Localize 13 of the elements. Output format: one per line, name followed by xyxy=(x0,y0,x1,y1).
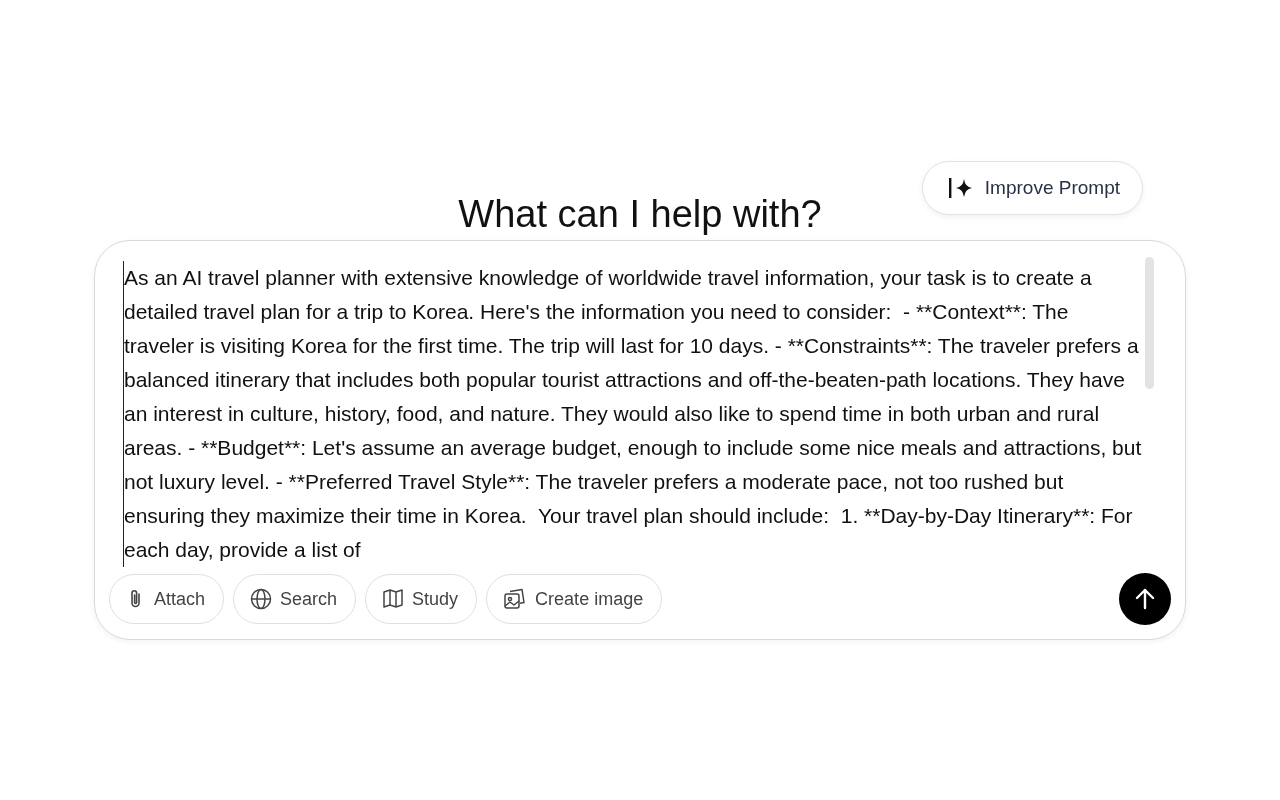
book-icon xyxy=(382,589,405,609)
improve-prompt-button[interactable]: Improve Prompt xyxy=(921,161,1143,215)
page-heading: What can I help with? xyxy=(457,193,823,236)
attach-button[interactable]: Attach xyxy=(109,574,225,624)
prompt-field[interactable]: As an AI travel planner with extensive knowledge of worldwide travel information, your task is to create a detailed travel plan for a trip to Korea. Here's the information you need to consider: - **Context**: The traveler is visiting Korea for the first time. The trip will last for 10 days. - **Constraints**: The traveler prefers a balanced itinerary that includes both popular tourist attractions and off-the-beaten-path locations. They have an interest in culture, history, food, and nature. They would also like to spend time in both urban and rural areas. - **Budget**: Let's assume an average budget, enough to include some nice meals and attractions, but not luxury level. - **Preferred Travel Style**: The traveler prefers a moderate pace, not too rushed but ensuring they maximize their time in Korea. Your travel plan should include: 1. **Day-by-Day Itinerary**: For each day, provide a list of xyxy=(123,261,1143,567)
send-button[interactable] xyxy=(1119,573,1171,625)
globe-icon xyxy=(250,588,273,610)
sparkle-icon xyxy=(948,177,973,199)
arrow-up-icon xyxy=(1135,588,1155,610)
search-button[interactable]: Search xyxy=(233,574,357,624)
images-icon xyxy=(503,588,528,610)
create-image-button[interactable]: Create image xyxy=(486,574,663,624)
study-button[interactable]: Study xyxy=(365,574,478,624)
